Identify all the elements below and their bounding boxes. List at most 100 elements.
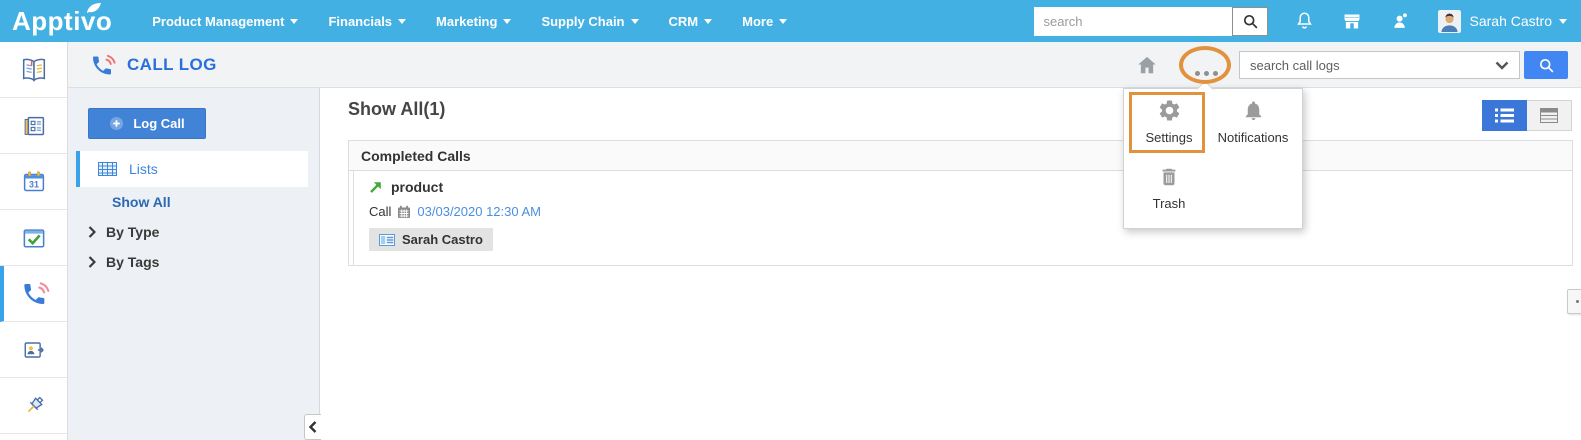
user-avatar[interactable] <box>1437 9 1461 33</box>
lists-grid-icon <box>98 162 117 176</box>
record-title[interactable]: product <box>391 179 443 195</box>
view-toggle <box>1482 100 1572 131</box>
card-header: Completed Calls <box>349 141 1572 171</box>
collapse-panel-button[interactable] <box>304 414 321 440</box>
record-meta-line: Call 03/03/2020 12:30 AM <box>369 204 541 219</box>
global-search-button[interactable] <box>1231 6 1268 36</box>
dropdown-item-notifications[interactable]: Notifications <box>1208 98 1298 145</box>
user-menu-chevron-down-icon[interactable] <box>1559 18 1567 24</box>
notifications-bell-icon[interactable] <box>1294 10 1315 32</box>
record-datetime-link[interactable]: 03/03/2020 12:30 AM <box>417 204 541 219</box>
app-store-icon[interactable] <box>1341 11 1363 32</box>
associated-contact-chip[interactable]: Sarah Castro <box>369 228 493 251</box>
user-name[interactable]: Sarah Castro <box>1470 13 1552 29</box>
chevron-down-icon <box>779 18 788 24</box>
app-search-input[interactable] <box>1240 57 1485 73</box>
nav-label: More <box>742 13 774 29</box>
chevron-down-icon <box>630 18 639 24</box>
dropdown-item-settings[interactable]: Settings <box>1138 98 1200 145</box>
contact-card-icon <box>379 233 395 246</box>
chevron-down-icon <box>290 18 299 24</box>
nav-product-management[interactable]: Product Management <box>152 14 299 29</box>
tasks-icon <box>23 228 44 248</box>
contacts-people-icon[interactable] <box>1389 10 1412 32</box>
card-header-label: Completed Calls <box>361 147 471 164</box>
gear-icon <box>1159 100 1179 121</box>
settings-label: Settings <box>1145 130 1193 145</box>
record-title-line[interactable]: product <box>369 179 541 195</box>
by-type-label: By Type <box>106 224 160 240</box>
by-type-section[interactable]: By Type <box>88 224 159 240</box>
search-icon <box>1539 58 1553 72</box>
lists-section[interactable]: Lists <box>76 151 308 187</box>
nav-label: Supply Chain <box>541 13 625 29</box>
dock-item-call-log[interactable] <box>0 266 67 322</box>
trash-icon <box>1162 168 1176 186</box>
nav-label: CRM <box>668 13 699 29</box>
nav-financials[interactable]: Financials <box>328 13 407 29</box>
chevron-down-icon <box>503 18 512 24</box>
record-type-label: Call <box>369 204 392 219</box>
dock-item-tasks[interactable] <box>0 210 67 266</box>
contact-share-icon <box>24 341 44 358</box>
book-icon <box>22 58 45 82</box>
app-search-box <box>1239 51 1520 79</box>
more-actions-ellipsis-icon[interactable] <box>1195 71 1218 76</box>
chevron-down-icon <box>398 18 407 24</box>
page-title: CALL LOG <box>127 55 217 74</box>
apptivo-call-log-screen: Apptivo Product Management Financials Ma… <box>0 0 1581 440</box>
call-log-phone-icon <box>23 281 49 304</box>
app-search-button[interactable] <box>1524 51 1568 79</box>
call-log-phone-icon <box>93 54 116 74</box>
row-gutter-divider <box>353 171 354 265</box>
nav-supply-chain[interactable]: Supply Chain <box>541 13 639 29</box>
log-call-label: Log Call <box>133 116 185 131</box>
leaf-icon <box>87 2 102 13</box>
by-tags-label: By Tags <box>106 254 160 270</box>
nav-label: Financials <box>328 13 393 29</box>
chevron-left-icon <box>309 421 317 433</box>
dock-item-pin[interactable] <box>0 378 67 434</box>
left-panel: Log Call Lists Show All By Type By Tags <box>68 88 321 440</box>
associated-contact-name: Sarah Castro <box>402 232 483 247</box>
pin-icon <box>27 396 43 412</box>
show-all-filter[interactable]: Show All <box>112 194 171 210</box>
nav-crm[interactable]: CRM <box>669 14 713 29</box>
card-body: product Call 03/03/2020 12:30 AM Sarah C… <box>349 171 1581 314</box>
nav-more[interactable]: More <box>742 13 788 29</box>
nav-marketing[interactable]: Marketing <box>436 13 512 29</box>
table-view-icon <box>1540 108 1558 123</box>
app-header-bar: CALL LOG <box>68 42 1581 88</box>
by-tags-section[interactable]: By Tags <box>88 254 159 270</box>
dock-item-contact-share[interactable] <box>0 322 67 378</box>
global-search-input[interactable] <box>1033 6 1232 36</box>
plus-circle-icon <box>110 116 124 131</box>
home-icon[interactable] <box>1136 54 1158 81</box>
completed-calls-card: Completed Calls product Call 03/03/2020 … <box>348 140 1581 314</box>
topbar-right-section: Sarah Castro <box>1033 6 1567 36</box>
global-search <box>1033 6 1268 36</box>
bell-icon <box>1245 101 1261 121</box>
newsfeed-icon <box>24 116 44 135</box>
dock-item-newsfeed[interactable] <box>0 98 67 154</box>
search-icon <box>1243 14 1257 28</box>
apptivo-logo[interactable]: Apptivo <box>12 2 126 37</box>
more-actions-dropdown: Settings Notifications Trash <box>1123 88 1303 229</box>
dock-item-book[interactable] <box>0 42 67 98</box>
svg-text:31: 31 <box>29 179 39 189</box>
top-navigation-bar: Apptivo Product Management Financials Ma… <box>0 0 1581 42</box>
dropdown-item-trash[interactable]: Trash <box>1138 165 1200 211</box>
search-options-chevron-down-icon[interactable] <box>1485 61 1519 70</box>
chevron-right-icon <box>88 256 96 268</box>
list-view-button[interactable] <box>1482 100 1527 131</box>
dock-item-calendar[interactable]: 31 <box>0 154 67 210</box>
row-more-actions-button[interactable] <box>1567 289 1581 314</box>
notifications-label: Notifications <box>1217 130 1289 145</box>
list-view-icon <box>1495 108 1514 123</box>
main-content: Show All(1) Completed Calls product Call… <box>320 88 1581 440</box>
log-call-button[interactable]: Log Call <box>88 108 206 139</box>
view-heading: Show All(1) <box>348 99 446 119</box>
call-record-row: product Call 03/03/2020 12:30 AM Sarah C… <box>369 179 541 251</box>
table-view-button[interactable] <box>1527 100 1572 131</box>
nav-label: Marketing <box>436 13 498 29</box>
